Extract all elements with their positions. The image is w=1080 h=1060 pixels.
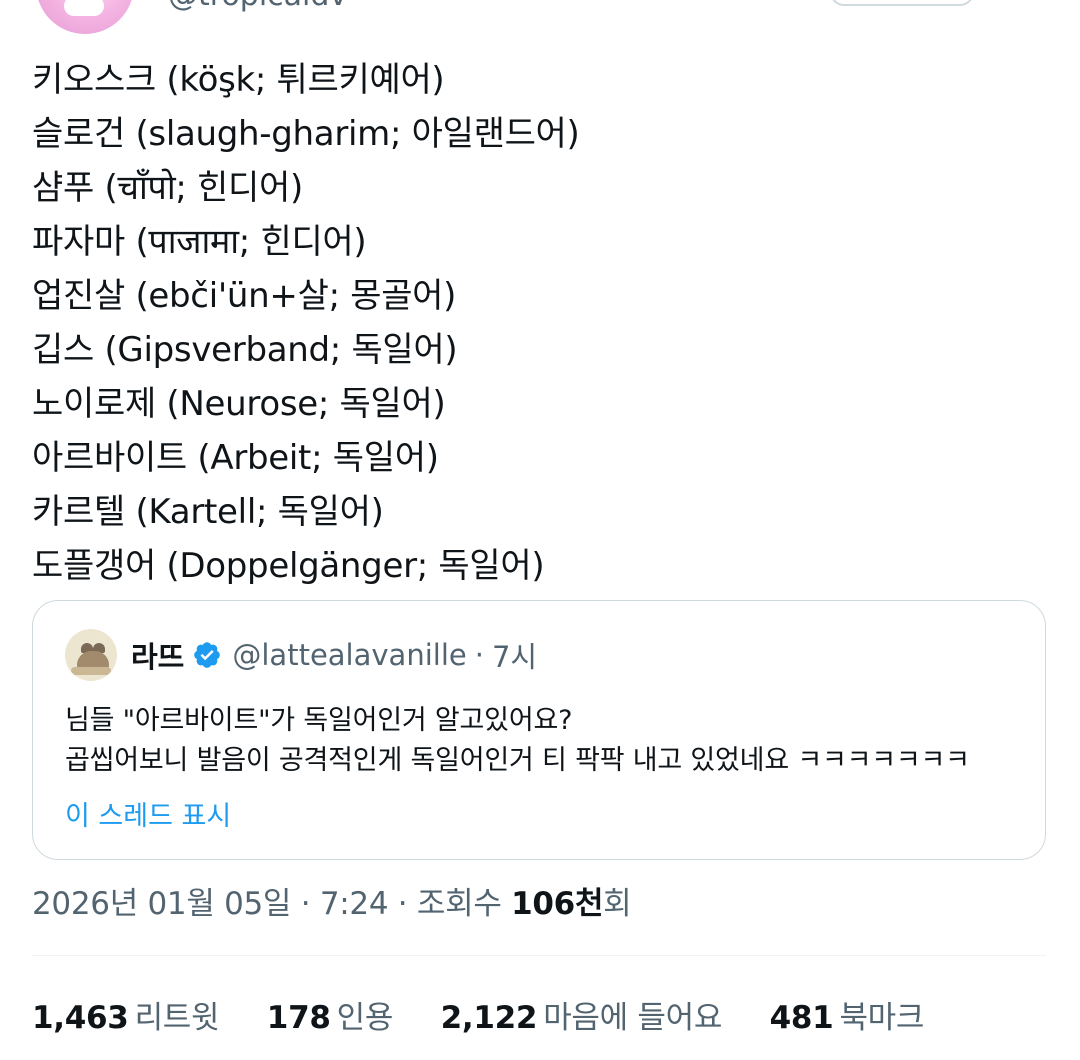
quoted-tweet-time[interactable]: 7시 [492, 634, 537, 676]
quoted-tweet-line: 님들 "아르바이트"가 독일어인거 알고있어요? [65, 705, 573, 736]
tweet-line: 카르텔 (Kartell; 독일어) [32, 492, 384, 532]
tweet-header: @tropicaldv [0, 0, 1080, 40]
bookmarks-stat[interactable]: 481 북마크 [769, 994, 925, 1042]
separator-dot: · [474, 638, 484, 672]
tweet-line: 슬로건 (slaugh-gharim; 아일랜드어) [32, 114, 580, 154]
views-count: 106천 [511, 886, 604, 922]
bookmarks-label: 북마크 [839, 1000, 925, 1036]
tweet-line: 샴푸 (चाँपो; 힌디어) [32, 168, 303, 208]
author-handle[interactable]: @tropicaldv [168, 0, 347, 13]
quoted-tweet-line: 곱씹어보니 발음이 공격적인게 독일어인거 티 팍팍 내고 있었네요 ㅋㅋㅋㅋㅋ… [65, 745, 970, 776]
tweet-line: 파자마 (पाजामा; 힌디어) [32, 222, 367, 262]
tweet-line: 업진살 (ebči'ün+살; 몽골어) [32, 276, 457, 316]
divider [32, 955, 1046, 956]
bookmarks-count: 481 [769, 1000, 834, 1036]
likes-count: 2,122 [440, 1000, 538, 1036]
quotes-count: 178 [266, 1000, 331, 1036]
separator-dot: · [291, 886, 320, 922]
retweets-stat[interactable]: 1,463 리트윗 [32, 994, 220, 1042]
follow-button[interactable] [830, 0, 974, 6]
likes-stat[interactable]: 2,122 마음에 들어요 [440, 994, 723, 1042]
tweet-time[interactable]: 7:24 [320, 886, 389, 922]
engagement-stats: 1,463 리트윗 178 인용 2,122 마음에 들어요 481 북마크 [32, 994, 924, 1042]
separator-dot: · [388, 886, 417, 922]
show-thread-link[interactable]: 이 스레드 표시 [65, 794, 231, 833]
tweet-date[interactable]: 2026년 01월 05일 [32, 886, 291, 922]
avatar-illustration [64, 0, 104, 16]
quoted-author-handle[interactable]: @lattealavanille [232, 638, 466, 672]
quoted-tweet-header: 라뜨 @lattealavanille · 7시 [65, 629, 537, 681]
retweets-label: 리트윗 [134, 1000, 220, 1036]
likes-label: 마음에 들어요 [543, 1000, 723, 1036]
tweet-line: 키오스크 (köşk; 튀르키예어) [32, 60, 445, 100]
quoted-author-avatar[interactable] [65, 629, 117, 681]
retweets-count: 1,463 [32, 1000, 129, 1036]
tweet-line: 깁스 (Gipsverband; 독일어) [32, 330, 458, 370]
quoted-author-name[interactable]: 라뜨 [131, 634, 184, 676]
quoted-tweet-text: 님들 "아르바이트"가 독일어인거 알고있어요? 곱씹어보니 발음이 공격적인게… [65, 701, 1025, 781]
tweet-line: 아르바이트 (Arbeit; 독일어) [32, 438, 439, 478]
tweet-line: 도플갱어 (Doppelgänger; 독일어) [32, 546, 545, 586]
quoted-tweet-card[interactable]: 라뜨 @lattealavanille · 7시 님들 "아르바이트"가 독일어… [32, 600, 1046, 860]
author-avatar[interactable] [36, 0, 134, 34]
tweet-metadata: 2026년 01월 05일 · 7:24 · 조회수 106천회 [32, 880, 632, 928]
tweet-line: 노이로제 (Neurose; 독일어) [32, 384, 446, 424]
views-label: 조회수 [416, 886, 512, 922]
verified-badge-icon [194, 642, 221, 668]
quotes-label: 인용 [336, 1000, 394, 1036]
views-suffix: 회 [603, 886, 632, 922]
quotes-stat[interactable]: 178 인용 [266, 994, 394, 1042]
tweet-text: 키오스크 (köşk; 튀르키예어) 슬로건 (slaugh-gharim; 아… [32, 53, 1042, 593]
